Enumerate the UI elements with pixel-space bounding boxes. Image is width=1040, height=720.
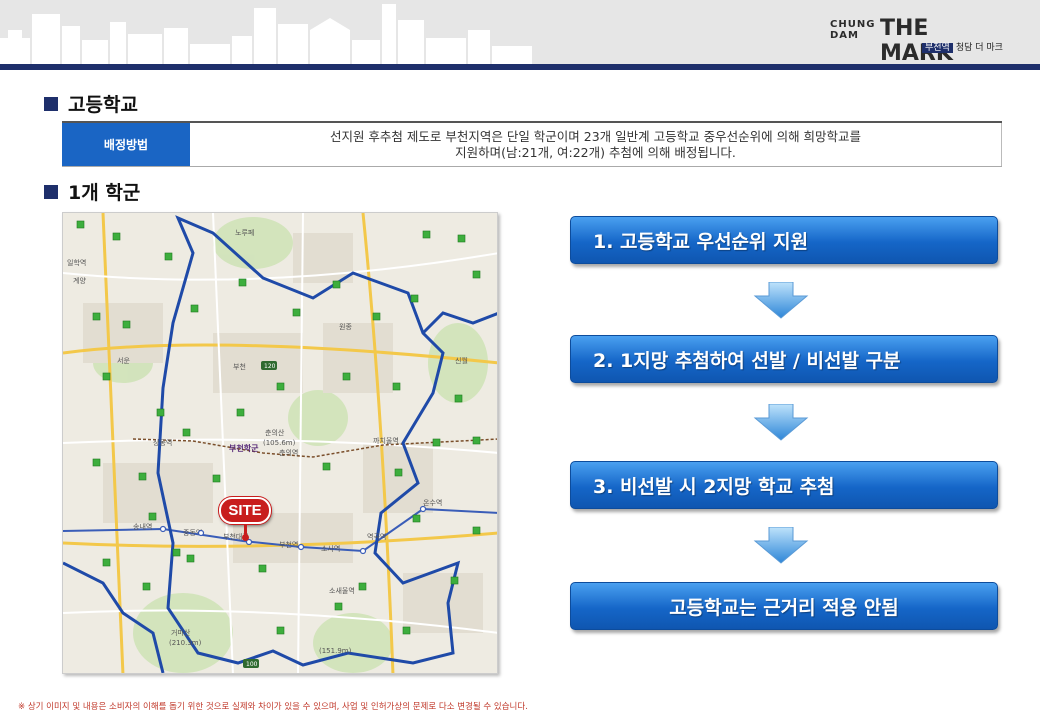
map-label: 서운 <box>117 356 130 365</box>
road-number-120: 120 <box>264 363 276 370</box>
map-label: 일학역 <box>67 258 86 267</box>
map-label: 계양 <box>73 276 86 285</box>
bullet-square-icon <box>44 184 58 199</box>
allocation-line2: 지원하며(남:21개, 여:22개) 추첨에 의해 배정됩니다. <box>455 144 736 160</box>
section-title-high-school: 고등학교 <box>44 90 138 117</box>
school-district-map: 120 100 노루페 일학역 계양 서운 원종 부천 신월 춘의산 (105.… <box>62 212 498 674</box>
map-label: 소새울역 <box>329 586 355 595</box>
station-tag: 부천역 <box>922 43 953 53</box>
map-label: 온수역 <box>423 498 442 507</box>
step-3-label: 3. 비선발 시 2지망 학교 추첨 <box>593 475 835 498</box>
section-title-district: 1개 학군 <box>44 178 140 205</box>
step-3-box: 3. 비선발 시 2지망 학교 추첨 <box>570 461 998 509</box>
map-label: (151.9m) <box>319 647 352 655</box>
bullet-square-icon <box>44 96 58 111</box>
map-label: 춘의산 <box>265 428 285 437</box>
site-pin-icon <box>242 524 249 541</box>
map-label: 춘의역 <box>279 448 298 457</box>
allocation-table: 배정방법 선지원 후추첨 제도로 부천지역은 단일 학군이며 23개 일반계 고… <box>62 121 1002 167</box>
map-label: (210.3m) <box>169 639 202 647</box>
down-arrow-icon <box>753 404 809 441</box>
map-label: 부천역 <box>279 540 298 549</box>
map-label: 부천 <box>233 362 246 371</box>
map-label: 까치울역 <box>373 436 399 445</box>
brand-line2: DAM <box>830 30 859 41</box>
down-arrow-icon <box>753 527 809 564</box>
step-4-box: 고등학교는 근거리 적용 안됨 <box>570 582 998 630</box>
allocation-description: 선지원 후추첨 제도로 부천지역은 단일 학군이며 23개 일반계 고등학교 중… <box>190 123 1002 166</box>
map-label: 소사역 <box>321 544 340 553</box>
brand-sub-text: 청담 더 마크 <box>955 43 1003 53</box>
school-district-label: 부천학군 <box>229 443 259 453</box>
map-label: 역곡역 <box>367 532 386 541</box>
map-label: 송내역 <box>133 522 152 531</box>
step-1-box: 1. 고등학교 우선순위 지원 <box>570 216 998 264</box>
road-number-100: 100 <box>246 661 258 668</box>
map-label: 거마산 <box>171 628 191 637</box>
brand-line1: CHUNG <box>830 19 876 30</box>
brand-logo: CHUNG DAM THE MARK 부천역 청담 더 마크 <box>830 16 1003 66</box>
brand-prefix: CHUNG DAM <box>830 19 875 41</box>
map-label: 원종 <box>339 322 352 331</box>
section-title-text: 고등학교 <box>68 94 138 116</box>
allocation-header: 배정방법 <box>62 123 190 166</box>
site-marker-label: SITE <box>219 497 271 524</box>
down-arrow-icon <box>753 282 809 319</box>
map-label: (105.6m) <box>263 439 296 447</box>
step-1-label: 1. 고등학교 우선순위 지원 <box>593 230 809 253</box>
step-2-label: 2. 1지망 추첨하여 선발 / 비선발 구분 <box>593 349 901 372</box>
footnote-disclaimer: ※ 상기 이미지 및 내용은 소비자의 이해를 돕기 위한 것으로 실제와 차이… <box>18 702 528 712</box>
brand-subtitle: 부천역 청담 더 마크 <box>922 40 1003 53</box>
allocation-line1: 선지원 후추첨 제도로 부천지역은 단일 학군이며 23개 일반계 고등학교 중… <box>329 128 862 144</box>
map-label: 노루페 <box>235 228 254 237</box>
header-divider <box>0 64 1040 70</box>
step-2-box: 2. 1지망 추첨하여 선발 / 비선발 구분 <box>570 335 998 383</box>
skyline-illustration <box>0 4 532 66</box>
section-title-text: 1개 학군 <box>68 182 141 204</box>
step-4-label: 고등학교는 근거리 적용 안됨 <box>669 596 899 619</box>
header-banner: CHUNG DAM THE MARK 부천역 청담 더 마크 <box>0 0 1040 66</box>
map-label: 상동역 <box>153 438 172 447</box>
map-graphic: 120 100 노루페 일학역 계양 서운 원종 부천 신월 춘의산 (105.… <box>63 213 497 673</box>
map-label: 신월 <box>455 356 468 365</box>
